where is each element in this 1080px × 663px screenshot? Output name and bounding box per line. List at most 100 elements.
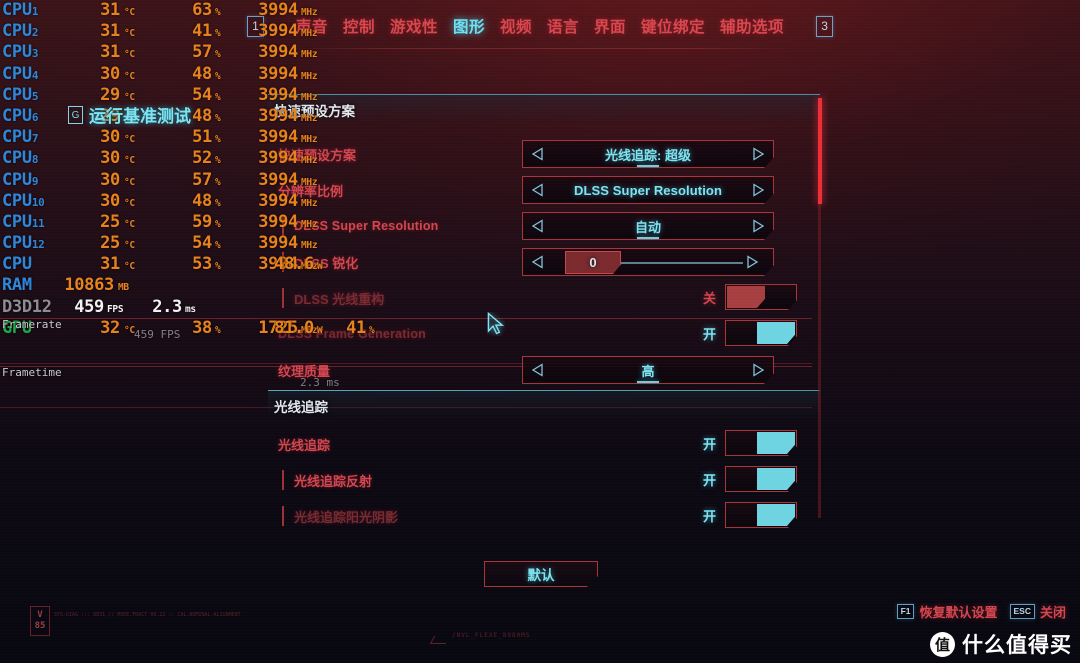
osd-temp-unit: °C xyxy=(124,240,135,252)
setting-toggle[interactable] xyxy=(725,430,797,456)
osd-clock-unit: MHz xyxy=(301,134,318,146)
tab-5[interactable]: 语言 xyxy=(547,15,579,37)
osd-clock-unit: MHz xyxy=(301,49,318,61)
setting-selector[interactable]: 光线追踪: 超级 xyxy=(522,140,774,168)
osd-temp-unit: °C xyxy=(124,261,135,273)
osd-clock-unit: MHz xyxy=(301,218,318,230)
osd-load-unit: % xyxy=(215,324,221,336)
osd-load-unit: % xyxy=(215,218,221,230)
osd-load-unit: % xyxy=(215,70,221,82)
esc-key-badge: ESC xyxy=(1009,604,1035,619)
osd-clock-unit: MHz xyxy=(301,70,318,82)
osd-cpu-core-row: CPU4 30 °C 48% 3994 MHz xyxy=(0,63,318,85)
osd-core-temp: 25 xyxy=(100,233,120,254)
osd-clock-unit: MHz xyxy=(301,91,318,103)
setting-slider[interactable]: 0 xyxy=(522,248,774,276)
toggle-knob xyxy=(757,322,795,344)
osd-core-load: 54 xyxy=(192,233,212,254)
osd-cpu-core-row: CPU9 30 °C 57% 3994 MHz xyxy=(0,169,318,191)
slider-thumb[interactable]: 0 xyxy=(565,251,621,274)
osd-clock-unit: MHz xyxy=(301,28,318,40)
osd-temp-unit: °C xyxy=(124,28,135,40)
chevron-left-icon[interactable] xyxy=(531,183,544,197)
version-tag: V 85 xyxy=(30,606,50,636)
osd-gpu-temp: 32 xyxy=(100,317,120,338)
hint-close[interactable]: ESC 关闭 xyxy=(1009,602,1066,621)
osd-core-temp: 30 xyxy=(100,63,120,84)
osd-cpu-core-row: CPU11 25 °C 59% 3994 MHz xyxy=(0,211,318,233)
toggle-state-label: 开 xyxy=(702,472,716,488)
osd-load-unit: % xyxy=(215,28,221,40)
osd-fps-value: 459 xyxy=(74,296,104,317)
chevron-right-icon[interactable] xyxy=(752,183,765,197)
osd-cpu-core-row: CPU8 30 °C 52% 3994 MHz xyxy=(0,148,318,169)
setting-toggle[interactable] xyxy=(725,502,797,528)
chevron-right-icon[interactable] xyxy=(752,219,765,233)
osd-load-unit: % xyxy=(215,112,221,124)
osd-temp-unit: °C xyxy=(124,218,135,230)
hardware-monitor-overlay: CPU1 31 °C 63% 3994 MHz CPU2 31 °C 41% 3994 MHz CPU3… xyxy=(0,0,375,339)
tab-4[interactable]: 视频 xyxy=(500,15,532,37)
osd-core-clock: 3994 xyxy=(258,148,298,169)
osd-core-clock: 3994 xyxy=(258,211,298,232)
tab-2[interactable]: 游戏性 xyxy=(390,15,438,37)
osd-cpu-core-row: CPU12 25 °C 54% 3994 MHz xyxy=(0,233,318,254)
toggle-state-label: 关 xyxy=(702,290,716,306)
osd-core-temp: 31 xyxy=(100,42,120,63)
osd-temp-unit: °C xyxy=(124,49,135,61)
version-tag-line1: V xyxy=(37,610,43,620)
setting-selector[interactable]: 自动 xyxy=(522,212,774,240)
hint-restore-defaults[interactable]: F1 恢复默认设置 xyxy=(896,602,998,621)
setting-toggle[interactable] xyxy=(725,466,797,492)
toggle-state-label: 开 xyxy=(702,436,716,452)
osd-core-temp: 30 xyxy=(100,148,120,169)
osd-core-clock: 3994 xyxy=(258,105,298,126)
game-settings-screen: CPU1 31 °C 63% 3994 MHz CPU2 31 °C 41% 3994 MHz CPU3… xyxy=(0,0,1080,663)
setting-toggle[interactable] xyxy=(725,320,797,346)
watermark-badge: 值 xyxy=(930,631,955,657)
restore-default-button[interactable]: 默认 xyxy=(484,561,598,587)
setting-selector[interactable]: DLSS Super Resolution xyxy=(522,176,774,204)
tab-6[interactable]: 界面 xyxy=(594,15,626,37)
osd-load-unit: % xyxy=(215,240,221,252)
tab-1[interactable]: 控制 xyxy=(343,15,375,37)
chevron-left-icon[interactable] xyxy=(531,219,544,233)
osd-cpu-total-row: CPU 31 °C 53% 3994 MHz 48.6 W xyxy=(0,254,323,275)
tab-3-active[interactable]: 图形 xyxy=(453,15,485,37)
osd-cpu-core-row: CPU3 31 °C 57% 3994 MHz xyxy=(0,42,318,63)
osd-core-clock: 3994 xyxy=(258,42,298,63)
chevron-left-icon[interactable] xyxy=(531,363,544,377)
osd-core-temp: 30 xyxy=(100,169,120,190)
chevron-right-icon[interactable] xyxy=(752,363,765,377)
next-page-key-badge[interactable]: 3 xyxy=(816,15,834,37)
chevron-left-icon[interactable] xyxy=(531,255,544,269)
version-tag-line2: 85 xyxy=(34,621,46,631)
setting-toggle-wrap: 开 xyxy=(698,502,797,528)
setting-toggle[interactable] xyxy=(725,284,797,310)
osd-core-label: CPU11 xyxy=(2,211,45,232)
settings-scrollbar[interactable] xyxy=(817,98,822,518)
run-benchmark-prompt[interactable]: G 运行基准测试 xyxy=(68,102,191,127)
osd-load-unit: % xyxy=(215,7,221,18)
tab-7[interactable]: 键位绑定 xyxy=(641,15,705,37)
chevron-right-icon[interactable] xyxy=(752,147,765,161)
osd-core-clock: 3994 xyxy=(258,63,298,84)
osd-core-label: CPU10 xyxy=(2,190,45,211)
osd-core-label: CPU1 xyxy=(2,0,39,20)
chevron-right-icon[interactable] xyxy=(746,255,759,269)
osd-core-clock: 3994 xyxy=(258,84,298,105)
setting-selector[interactable]: 高 xyxy=(522,356,774,384)
setting-row: 快速预设方案 光线追踪: 超级 xyxy=(268,136,820,172)
osd-cpu-core-list: CPU1 31 °C 63% 3994 MHz CPU2 31 °C 41% 3994 MHz CPU3… xyxy=(0,0,318,254)
settings-scrollbar-thumb[interactable] xyxy=(817,98,822,204)
setting-selector-value: 光线追踪: 超级 xyxy=(544,145,752,164)
osd-core-clock: 3994 xyxy=(258,0,298,20)
decorative-noise-strip: SYS-DIAG ::: 8831 // MODE.FRACT 00.22 ::… xyxy=(54,612,242,618)
osd-temp-unit: °C xyxy=(124,155,135,167)
toggle-state-label: 开 xyxy=(702,326,716,342)
bottom-decor-code: /NVL_FLEXE_8980M5 xyxy=(452,632,531,639)
tab-8[interactable]: 辅助选项 xyxy=(720,15,784,37)
chevron-left-icon[interactable] xyxy=(531,147,544,161)
restore-default-button-label: 默认 xyxy=(527,568,555,583)
setting-toggle-wrap: 开 xyxy=(698,466,797,492)
